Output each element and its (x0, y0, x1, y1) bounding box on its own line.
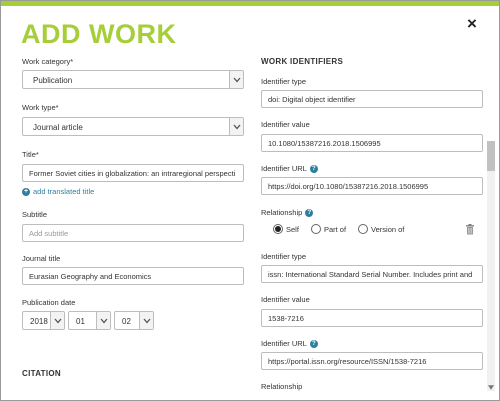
question-icon[interactable]: ? (305, 209, 314, 218)
radio-unselected[interactable] (310, 224, 321, 234)
identifier-url-input[interactable]: https://doi.org/10.1080/15387216.2018.15… (261, 177, 483, 195)
radio-unselected[interactable] (358, 224, 369, 234)
identifier-value-label-2: Identifier value (261, 295, 310, 304)
work-type-label: Work type* (22, 103, 59, 112)
add-work-dialog: × ADD WORK Work category* Publication Wo… (0, 0, 500, 401)
day-value: 02 (122, 317, 131, 326)
year-value: 2018 (30, 317, 48, 326)
radio-label: Self (286, 224, 299, 234)
radio-selected[interactable] (273, 224, 283, 234)
scrollbar-track[interactable] (487, 141, 495, 391)
scroll-down-arrow-icon[interactable] (487, 383, 495, 391)
chevron-down-icon (229, 118, 243, 135)
relationship-self-radio[interactable]: Self (273, 224, 299, 234)
work-category-label: Work category* (22, 57, 74, 66)
relationship-part-of-radio[interactable]: Part of (310, 224, 347, 234)
radio-label: Version of (371, 224, 405, 234)
identifier-url-input-2[interactable]: https://portal.issn.org/resource/ISSN/15… (261, 352, 483, 370)
dialog-title: ADD WORK (21, 19, 177, 49)
chevron-down-icon (50, 312, 64, 329)
scrollbar-thumb[interactable] (487, 141, 495, 171)
identifier-value-label: Identifier value (261, 120, 310, 129)
subtitle-label: Subtitle (22, 210, 48, 219)
question-icon[interactable]: ? (309, 340, 318, 349)
work-category-value: Publication (33, 76, 73, 85)
work-type-value: Journal article (33, 123, 83, 132)
publication-date-label: Publication date (22, 298, 76, 307)
identifier-type-input[interactable]: doi: Digital object identifier (261, 90, 483, 108)
identifier-value-text: 10.1080/15387216.2018.1506995 (268, 139, 381, 148)
day-select[interactable]: 02 (114, 311, 154, 330)
question-icon[interactable]: ? (309, 165, 318, 174)
identifier-url-label-2: Identifier URL? (261, 339, 318, 349)
relationship-label-2: Relationship (261, 382, 303, 391)
identifier-value-text-2: 1538-7216 (268, 314, 304, 323)
plus-circle-icon: + (22, 187, 30, 196)
identifier-type-value: doi: Digital object identifier (268, 95, 356, 104)
subtitle-placeholder: Add subtitle (29, 229, 69, 238)
journal-title-value: Eurasian Geography and Economics (29, 272, 152, 281)
add-translated-title-link[interactable]: + add translated title (22, 187, 94, 196)
month-value: 01 (76, 317, 85, 326)
accent-bar (1, 1, 499, 6)
work-identifiers-heading: WORK IDENTIFIERS (261, 57, 344, 66)
relationship-version-of-radio[interactable]: Version of (358, 224, 404, 234)
identifier-type-value-2: issn: International Standard Serial Numb… (268, 270, 473, 279)
title-label: Title* (22, 150, 39, 159)
add-translated-title-label: add translated title (33, 187, 95, 196)
work-category-select[interactable]: Publication (22, 70, 244, 89)
journal-title-label: Journal title (22, 254, 61, 263)
identifier-type-label-2: Identifier type (261, 252, 307, 261)
identifier-type-input-2[interactable]: issn: International Standard Serial Numb… (261, 265, 483, 283)
identifier-type-label: Identifier type (261, 77, 307, 86)
chevron-down-icon (96, 312, 110, 329)
close-button[interactable]: × (464, 15, 480, 33)
work-type-select[interactable]: Journal article (22, 117, 244, 136)
year-select[interactable]: 2018 (22, 311, 65, 330)
identifier-url-label: Identifier URL? (261, 164, 318, 174)
radio-label: Part of (323, 224, 347, 234)
title-input[interactable]: Former Soviet cities in globalization: a… (22, 164, 244, 182)
citation-heading: CITATION (22, 369, 61, 378)
journal-title-input[interactable]: Eurasian Geography and Economics (22, 267, 244, 285)
relationship-label: Relationship? (261, 208, 314, 218)
identifier-value-input-2[interactable]: 1538-7216 (261, 309, 483, 327)
identifier-value-input[interactable]: 10.1080/15387216.2018.1506995 (261, 134, 483, 152)
trash-icon[interactable] (465, 224, 475, 235)
relationship-radio-group: Self Part of Version of (273, 224, 416, 234)
title-value: Former Soviet cities in globalization: a… (29, 169, 236, 178)
identifier-url-value: https://doi.org/10.1080/15387216.2018.15… (268, 182, 429, 191)
chevron-down-icon (139, 312, 153, 329)
month-select[interactable]: 01 (68, 311, 111, 330)
subtitle-input[interactable]: Add subtitle (22, 224, 244, 242)
chevron-down-icon (229, 71, 243, 88)
identifier-url-value-2: https://portal.issn.org/resource/ISSN/15… (268, 357, 427, 366)
